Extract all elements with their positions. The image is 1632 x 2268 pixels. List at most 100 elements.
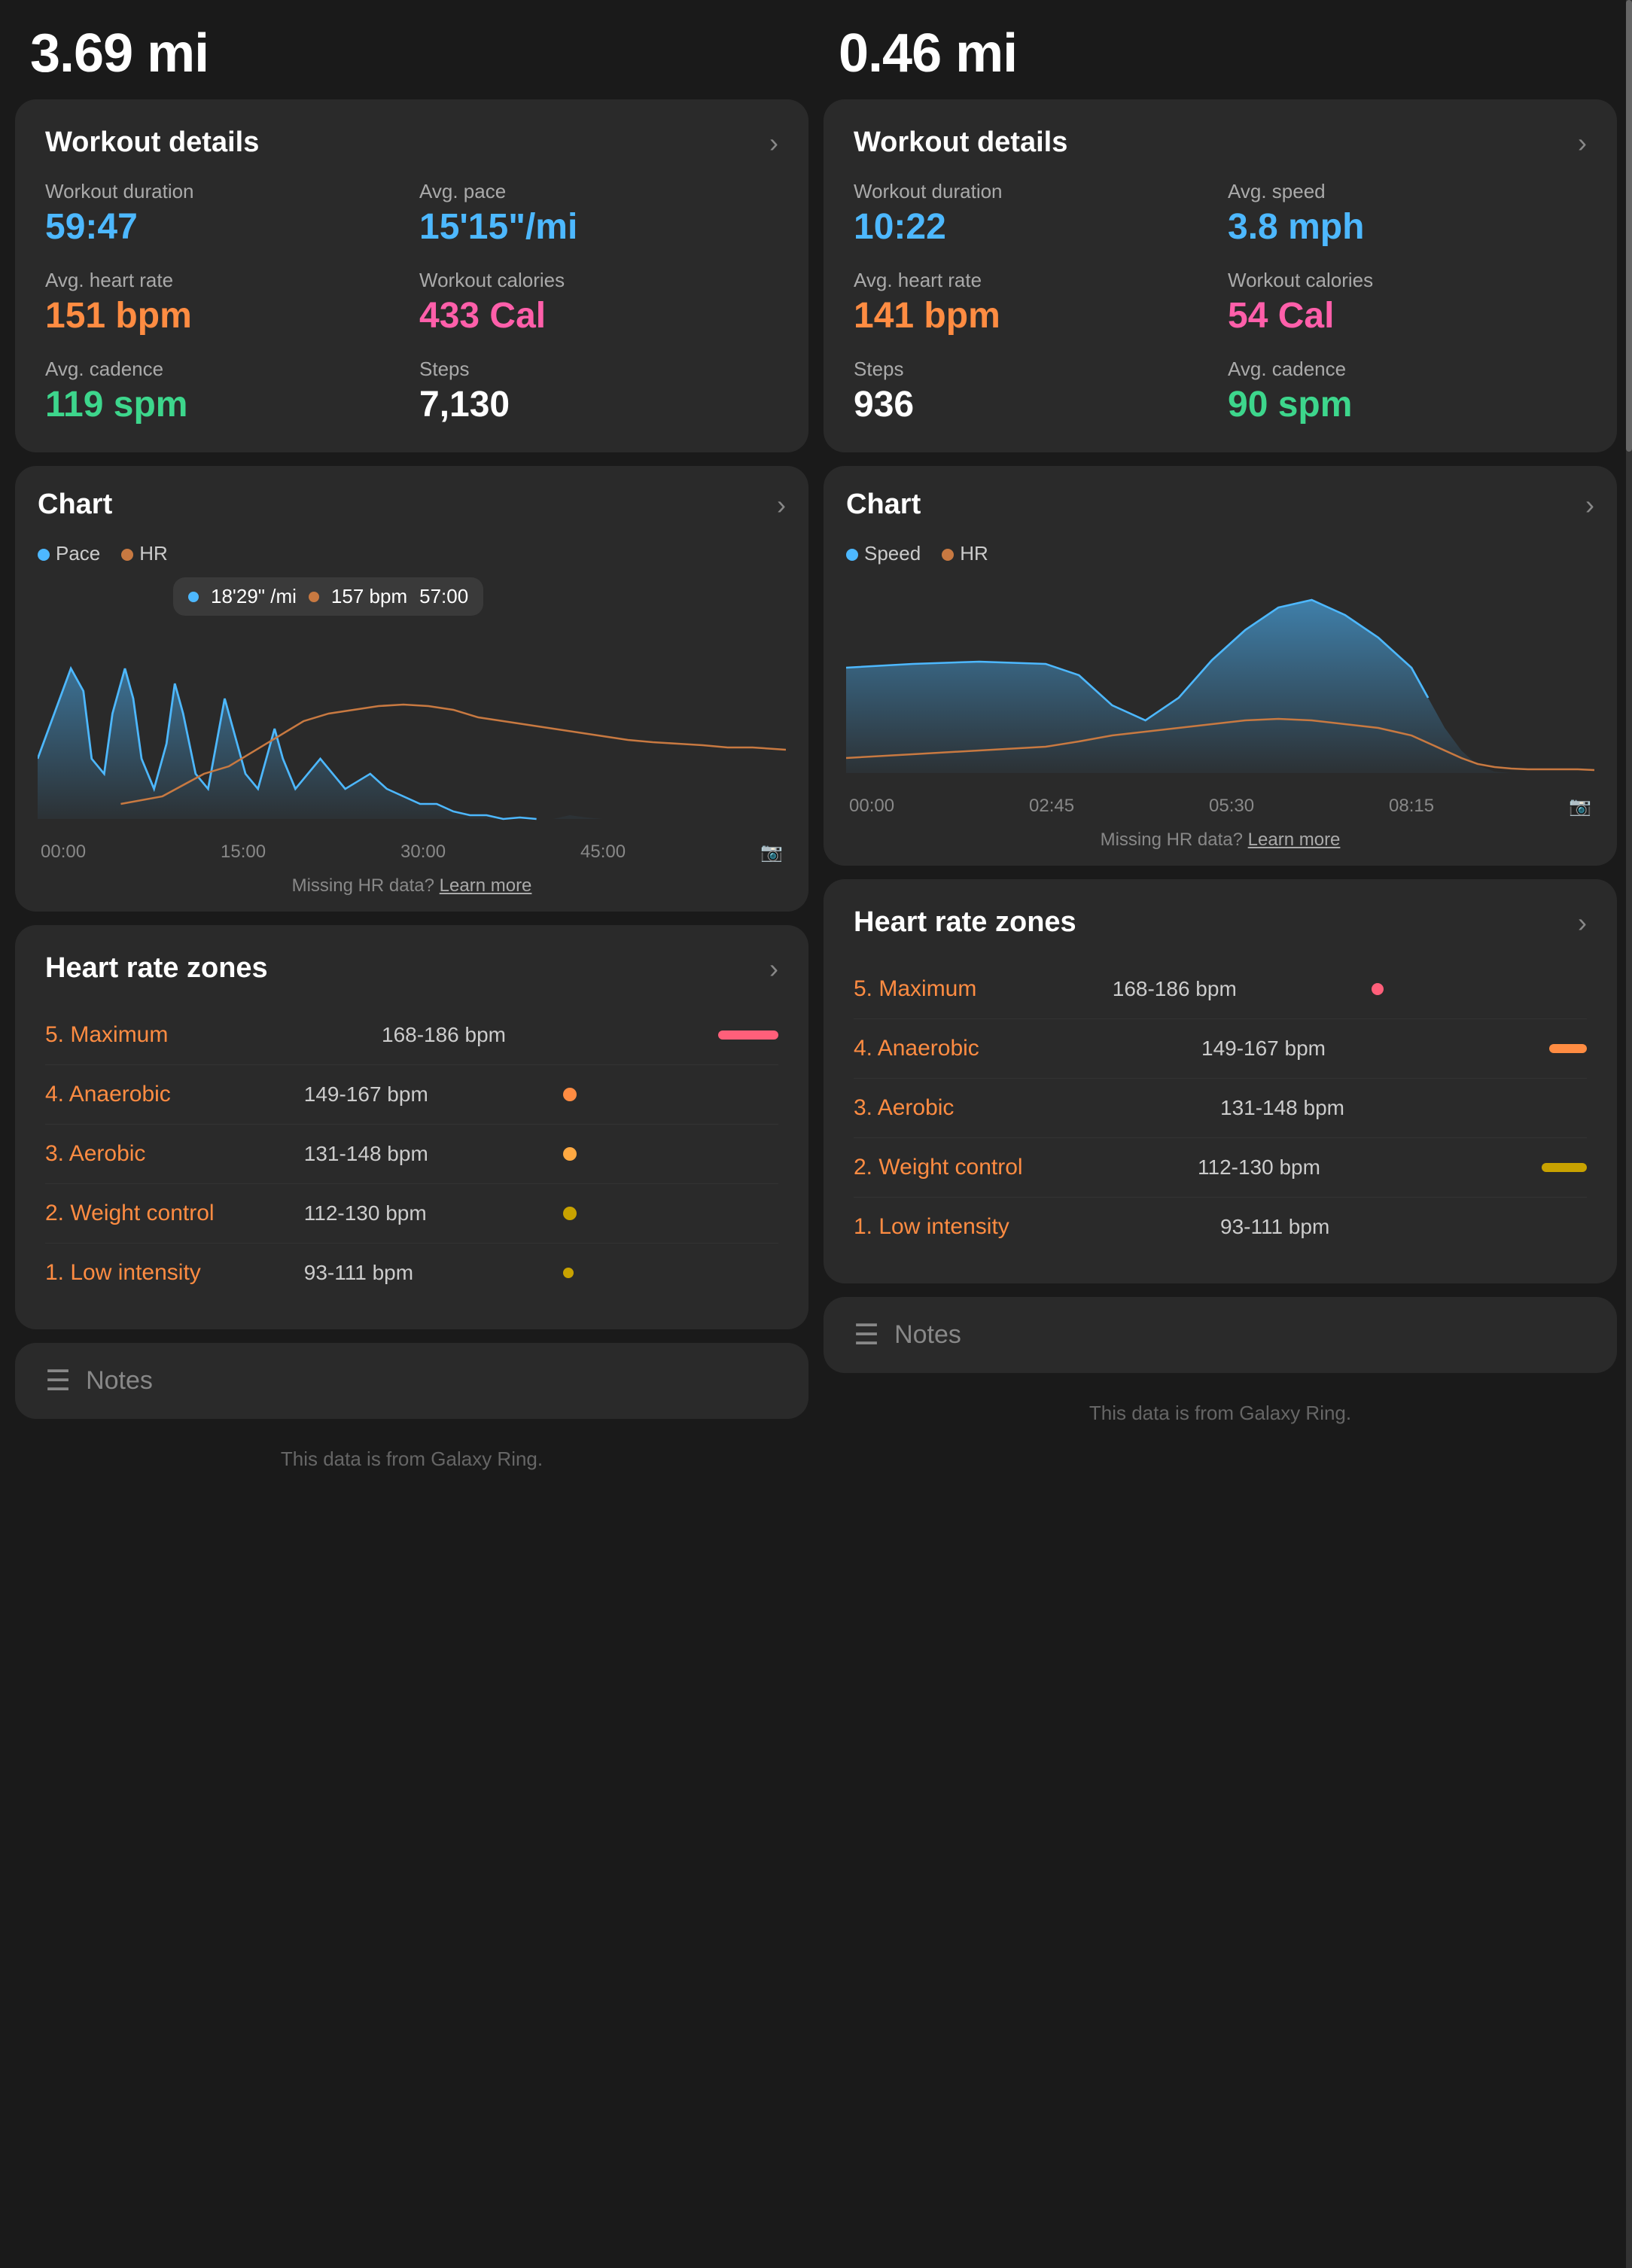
hz-bar-5-left xyxy=(718,1030,778,1040)
pace-dot xyxy=(38,549,50,561)
hz-bar-4-right xyxy=(1549,1044,1587,1053)
hz-row-3-right: 3. Aerobic 131-148 bpm xyxy=(854,1079,1587,1138)
tooltip-hr-value: 157 bpm xyxy=(331,585,407,608)
legend-speed: Speed xyxy=(846,542,921,565)
speed-area-fill xyxy=(846,600,1594,773)
left-notes-icon: ☰ xyxy=(45,1364,71,1398)
left-notes-text: Notes xyxy=(86,1366,153,1396)
hz-dot-1-left xyxy=(563,1268,778,1278)
stat-avg-cadence: Avg. cadence 119 spm xyxy=(45,358,404,425)
right-chart-svg xyxy=(846,577,1594,788)
right-workout-card: Workout details › Workout duration 10:22… xyxy=(824,99,1617,452)
tooltip-pace-dot xyxy=(188,592,199,602)
left-hz-card: Heart rate zones › 5. Maximum 168-186 bp… xyxy=(15,925,808,1329)
left-column: Workout details › Workout duration 59:47… xyxy=(15,99,808,1493)
right-column: Workout details › Workout duration 10:22… xyxy=(824,99,1617,1493)
right-hz-title: Heart rate zones xyxy=(854,906,1076,939)
right-chart-area xyxy=(846,577,1594,788)
right-chart-legend: Speed HR xyxy=(846,542,1594,565)
right-notes-card[interactable]: ☰ Notes xyxy=(824,1297,1617,1373)
speed-dot xyxy=(846,549,858,561)
stat-avg-heart-rate-r: Avg. heart rate 141 bpm xyxy=(854,269,1213,336)
stat-steps-r: Steps 936 xyxy=(854,358,1213,425)
right-chart-footer: Missing HR data? Learn more xyxy=(846,830,1594,851)
hz-bar-2-right xyxy=(1542,1163,1587,1172)
right-chart-header: Chart › xyxy=(846,489,1594,521)
hz-dot-3-left xyxy=(563,1147,778,1161)
hz-row-2-right: 2. Weight control 112-130 bpm xyxy=(854,1138,1587,1198)
left-chart-footer: Missing HR data? Learn more xyxy=(38,875,786,897)
top-header: 3.69 mi 0.46 mi xyxy=(0,0,1632,99)
right-chart-chevron[interactable]: › xyxy=(1585,489,1594,521)
hz-row-4-left: 4. Anaerobic 149-167 bpm xyxy=(45,1065,778,1125)
hz-dot-5-right xyxy=(1372,983,1587,995)
left-workout-header: Workout details › xyxy=(45,126,778,159)
hz-row-1-right: 1. Low intensity 93-111 bpm xyxy=(854,1198,1587,1256)
learn-more-link-left[interactable]: Learn more xyxy=(440,875,532,896)
stat-avg-speed-r: Avg. speed 3.8 mph xyxy=(1228,180,1587,248)
scrollbar[interactable] xyxy=(1626,0,1632,2268)
left-chart-xaxis: 00:00 15:00 30:00 45:00 📷 xyxy=(38,842,786,863)
left-chart-svg xyxy=(38,623,786,834)
left-chart-legend: Pace HR xyxy=(38,542,786,565)
left-workout-card: Workout details › Workout duration 59:47… xyxy=(15,99,808,452)
hz-row-5-left: 5. Maximum 168-186 bpm xyxy=(45,1006,778,1065)
right-hz-chevron[interactable]: › xyxy=(1578,907,1587,939)
left-chart-tooltip: 18'29" /mi 157 bpm 57:00 xyxy=(38,577,786,623)
left-hz-title: Heart rate zones xyxy=(45,952,268,985)
hz-dot-4-left xyxy=(563,1088,778,1101)
right-chart-xaxis: 00:00 02:45 05:30 08:15 📷 xyxy=(846,796,1594,817)
right-distance: 0.46 mi xyxy=(839,23,1017,84)
left-hz-header: Heart rate zones › xyxy=(45,952,778,985)
tooltip-time: 57:00 xyxy=(419,585,468,608)
hr-dot-r xyxy=(942,549,954,561)
left-workout-title: Workout details xyxy=(45,126,259,159)
scrollbar-thumb[interactable] xyxy=(1626,0,1632,452)
tooltip-hr-dot xyxy=(309,592,319,602)
left-header-col: 3.69 mi xyxy=(30,23,793,84)
right-workout-header: Workout details › xyxy=(854,126,1587,159)
hz-row-5-right: 5. Maximum 168-186 bpm xyxy=(854,960,1587,1019)
hz-row-3-left: 3. Aerobic 131-148 bpm xyxy=(45,1125,778,1184)
right-footer: This data is from Galaxy Ring. xyxy=(824,1387,1617,1448)
stat-steps: Steps 7,130 xyxy=(419,358,778,425)
legend-pace: Pace xyxy=(38,542,100,565)
stat-workout-calories-r: Workout calories 54 Cal xyxy=(1228,269,1587,336)
right-hz-card: Heart rate zones › 5. Maximum 168-186 bp… xyxy=(824,879,1617,1283)
stat-avg-pace: Avg. pace 15'15"/mi xyxy=(419,180,778,248)
right-hz-header: Heart rate zones › xyxy=(854,906,1587,939)
right-header-col: 0.46 mi xyxy=(793,23,1602,84)
right-workout-chevron[interactable]: › xyxy=(1578,127,1587,159)
right-notes-icon: ☰ xyxy=(854,1318,879,1352)
stat-avg-cadence-r: Avg. cadence 90 spm xyxy=(1228,358,1587,425)
left-chart-area xyxy=(38,623,786,834)
left-hz-chevron[interactable]: › xyxy=(769,953,778,985)
left-chart-header: Chart › xyxy=(38,489,786,521)
main-content: Workout details › Workout duration 59:47… xyxy=(0,99,1632,1493)
left-workout-chevron[interactable]: › xyxy=(769,127,778,159)
stat-workout-calories: Workout calories 433 Cal xyxy=(419,269,778,336)
right-chart-card: Chart › Speed HR xyxy=(824,466,1617,866)
hz-row-2-left: 2. Weight control 112-130 bpm xyxy=(45,1184,778,1244)
hz-dot-2-left xyxy=(563,1207,778,1220)
left-chart-card: Chart › Pace HR 18'29" /mi 157 bpm 57:00 xyxy=(15,466,808,912)
hz-row-1-left: 1. Low intensity 93-111 bpm xyxy=(45,1244,778,1302)
learn-more-link-right[interactable]: Learn more xyxy=(1248,830,1341,850)
right-notes-text: Notes xyxy=(894,1320,961,1350)
hz-row-4-right: 4. Anaerobic 149-167 bpm xyxy=(854,1019,1587,1079)
left-distance: 3.69 mi xyxy=(30,23,209,84)
left-notes-card[interactable]: ☰ Notes xyxy=(15,1343,808,1419)
hr-dot xyxy=(121,549,133,561)
stat-avg-heart-rate: Avg. heart rate 151 bpm xyxy=(45,269,404,336)
right-stats-grid: Workout duration 10:22 Avg. speed 3.8 mp… xyxy=(854,180,1587,425)
tooltip-pace-value: 18'29" /mi xyxy=(211,585,297,608)
stat-workout-duration: Workout duration 59:47 xyxy=(45,180,404,248)
left-chart-chevron[interactable]: › xyxy=(777,489,786,521)
legend-hr-r: HR xyxy=(942,542,988,565)
left-footer: This data is from Galaxy Ring. xyxy=(15,1432,808,1493)
left-chart-title: Chart xyxy=(38,489,112,521)
right-chart-title: Chart xyxy=(846,489,921,521)
stat-workout-duration-r: Workout duration 10:22 xyxy=(854,180,1213,248)
right-workout-title: Workout details xyxy=(854,126,1067,159)
left-stats-grid: Workout duration 59:47 Avg. pace 15'15"/… xyxy=(45,180,778,425)
